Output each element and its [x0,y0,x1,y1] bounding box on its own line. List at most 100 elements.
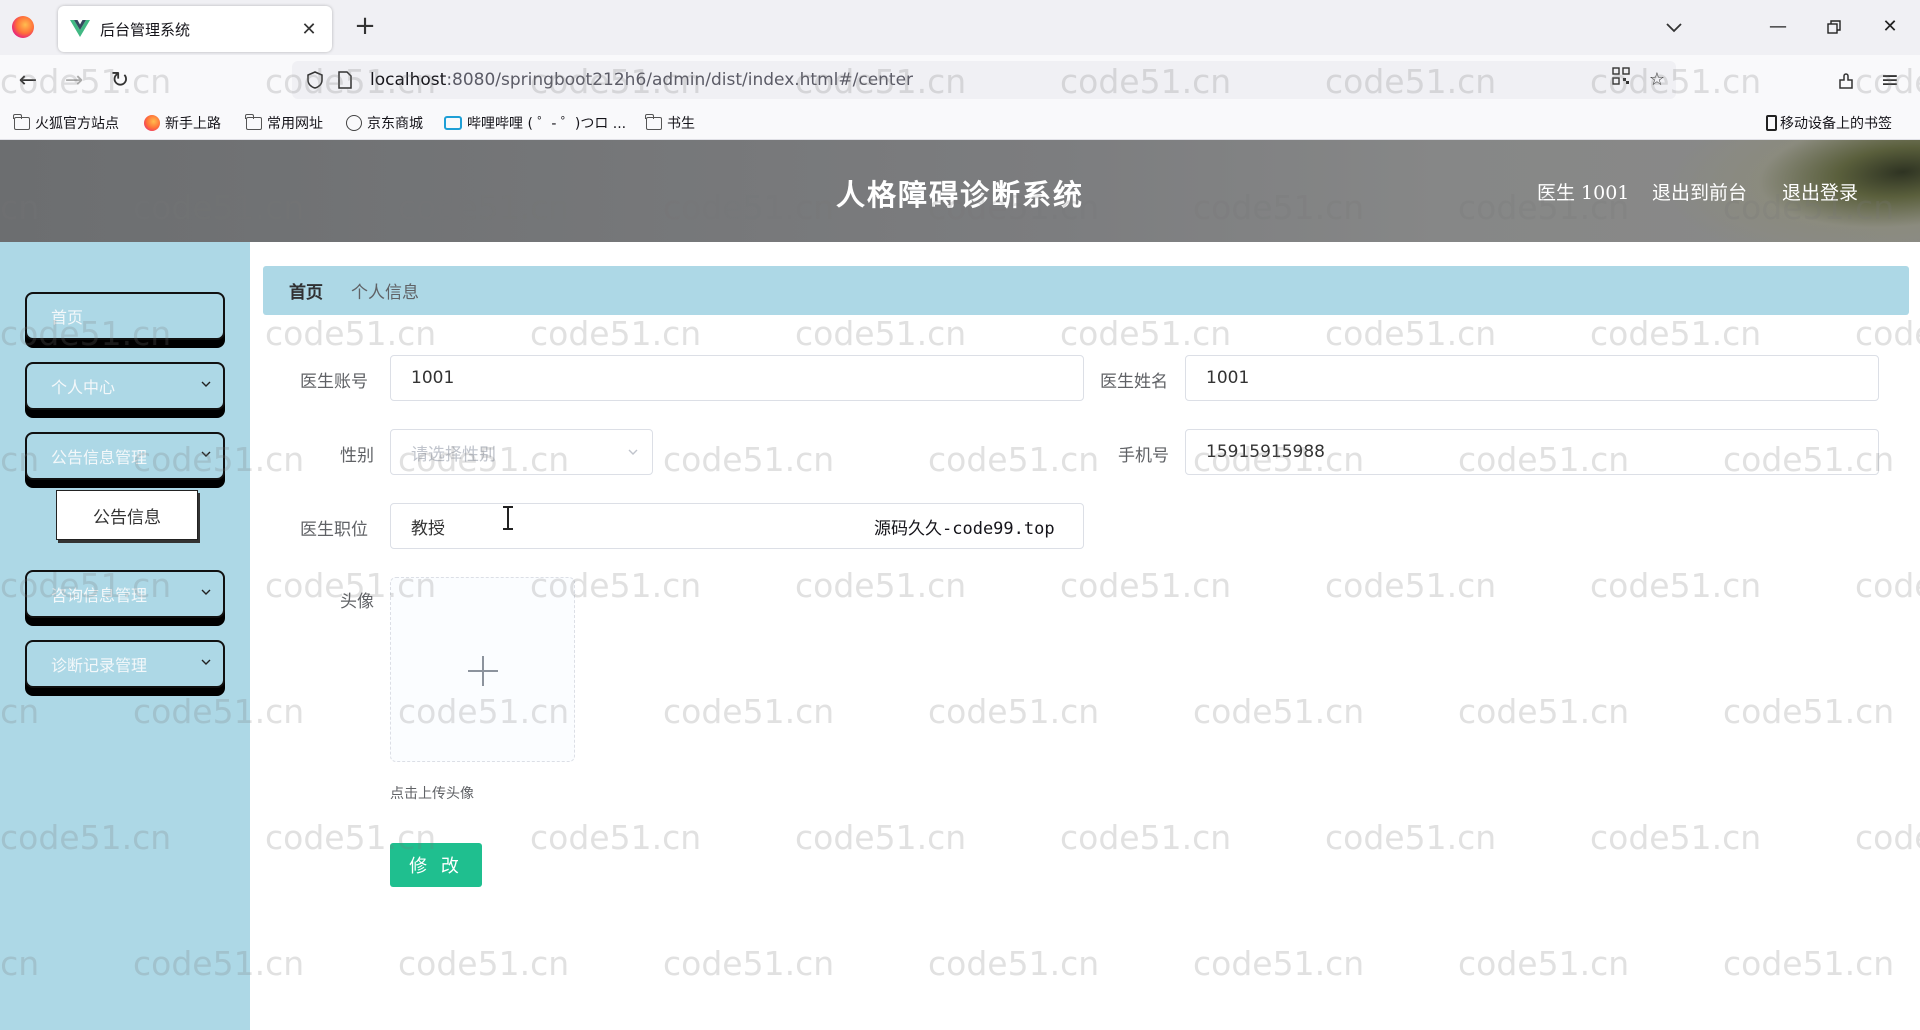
vue-icon [70,19,90,39]
watermark-text: code51.cn [928,692,1100,731]
back-icon[interactable]: ← [12,65,44,97]
watermark-text: code51.cn [795,818,967,857]
globe-icon [346,115,362,131]
watermark-text: code51.cn [1855,566,1920,605]
app-header: 人格障碍诊断系统 医生 1001 退出到前台 退出登录 [0,140,1920,242]
chevron-down-icon [201,451,211,457]
phone-label: 手机号 [1118,446,1169,466]
chevron-down-icon [628,449,638,455]
watermark-text: code51.cn [1060,566,1232,605]
watermark-text: code51.cn [1325,314,1497,353]
url-bar[interactable]: localhost:8080/springboot212h6/admin/dis… [292,61,1676,99]
forward-icon[interactable]: → [58,65,90,97]
watermark-text: code51.cn [1855,818,1920,857]
watermark-text: code51.cn [1723,944,1895,983]
chevron-down-icon [201,659,211,665]
sidebar-item-diagnosis-mgmt[interactable]: 诊断记录管理 [25,640,225,688]
watermark-text: code51.cn [1458,944,1630,983]
folder-icon [13,113,30,130]
watermark-text: code51.cn [928,440,1100,479]
phone-icon [1766,115,1777,131]
sidebar-item-personal-center[interactable]: 个人中心 [25,362,225,410]
watermark-text: code51.cn [530,818,702,857]
gender-label: 性别 [340,446,374,466]
bilibili-icon [444,116,462,130]
sidebar-item-notice-mgmt[interactable]: 公告信息管理 [25,432,225,480]
chevron-down-icon [201,381,211,387]
gender-select[interactable]: 请选择性别 [390,429,653,475]
bookmarks-bar: 火狐官方站点 新手上路 常用网址 京东商城 哔哩哔哩 ( ゜- ゜)つロ ...… [0,105,1920,140]
bookmark-jd[interactable]: 京东商城 [346,112,423,134]
watermark-text: code51.cn [663,440,835,479]
tab-title: 后台管理系统 [100,20,191,39]
sidebar: 首页 个人中心 公告信息管理 公告信息 咨询信息管理 诊断记录管理 [0,242,250,1030]
restore-icon[interactable] [1814,12,1854,42]
minimize-icon[interactable]: — [1758,12,1798,42]
watermark-text: code51.cn [663,692,835,731]
sidebar-item-home[interactable]: 首页 [25,292,225,340]
shield-icon[interactable] [300,65,330,95]
bookmark-bilibili[interactable]: 哔哩哔哩 ( ゜- ゜)つロ ... [444,112,626,134]
watermark-text: code51.cn [1590,818,1762,857]
sidebar-subitem-notice[interactable]: 公告信息 [56,490,198,540]
bookmark-common-sites[interactable]: 常用网址 [245,112,323,134]
watermark-text: code51.cn [1060,314,1232,353]
phone-input[interactable]: 15915915988 [1185,429,1879,475]
exit-to-front-link[interactable]: 退出到前台 [1652,178,1747,205]
title-label: 医生职位 [300,520,368,540]
url-text[interactable]: localhost:8080/springboot212h6/admin/dis… [370,70,913,90]
logout-link[interactable]: 退出登录 [1782,178,1858,205]
watermark-text: code51.cn [1193,692,1365,731]
watermark-text: code51.cn [795,566,967,605]
avatar-label: 头像 [340,592,374,612]
browser-nav-bar: ← → ↻ localhost:8080/springboot212h6/adm… [0,55,1920,105]
bookmark-getting-started[interactable]: 新手上路 [144,112,221,134]
bookmark-mobile[interactable]: 移动设备上的书签 [1766,112,1892,134]
chevron-down-icon[interactable] [1660,14,1688,42]
watermark-text: code51.cn [795,314,967,353]
watermark-text: code51.cn [1855,314,1920,353]
breadcrumb: 首页 个人信息 [263,266,1909,315]
account-label: 医生账号 [300,372,368,392]
bookmark-firefox-site[interactable]: 火狐官方站点 [13,112,119,134]
name-input[interactable]: 1001 [1185,355,1879,401]
breadcrumb-current: 个人信息 [351,283,419,303]
text-cursor-icon [503,506,513,530]
folder-icon [645,113,662,130]
new-tab-icon[interactable]: + [350,12,380,42]
avatar-upload[interactable] [390,577,575,762]
overlay-text: 源码久久-code99.top [874,519,1055,539]
watermark-text: code51.cn [1590,314,1762,353]
upload-hint: 点击上传头像 [390,786,474,802]
browser-tab[interactable]: 后台管理系统 ✕ [58,6,332,52]
sidebar-item-consult-mgmt[interactable]: 咨询信息管理 [25,570,225,618]
watermark-text: code51.cn [1590,566,1762,605]
bookmark-shusheng[interactable]: 书生 [645,112,695,134]
reload-icon[interactable]: ↻ [104,65,136,97]
watermark-text: code51.cn [398,944,570,983]
watermark-text: code51.cn [1325,818,1497,857]
browser-tab-bar: 后台管理系统 ✕ + — ✕ [0,0,1920,55]
watermark-text: code51.cn [265,314,437,353]
close-tab-icon[interactable]: ✕ [298,19,320,40]
firefox-icon[interactable] [12,16,34,38]
extensions-icon[interactable] [1830,65,1862,97]
app-title: 人格障碍诊断系统 [835,178,1084,212]
window-close-icon[interactable]: ✕ [1870,12,1910,42]
chevron-down-icon [201,589,211,595]
watermark-text: code51.cn [663,944,835,983]
menu-icon[interactable]: ≡ [1874,65,1906,97]
firefox-icon [144,115,160,131]
breadcrumb-home[interactable]: 首页 [289,278,323,303]
account-input[interactable]: 1001 [390,355,1084,401]
current-user: 医生 1001 [1537,182,1630,204]
submit-button[interactable]: 修 改 [390,843,482,887]
watermark-text: code51.cn [1458,692,1630,731]
star-icon[interactable]: ☆ [1642,65,1672,95]
qr-code-icon[interactable] [1606,65,1636,95]
watermark-text: code51.cn [1060,818,1232,857]
watermark-text: code51.cn [928,944,1100,983]
watermark-text: code51.cn [1325,566,1497,605]
watermark-text: code51.cn [1723,692,1895,731]
page-icon[interactable] [330,65,360,95]
